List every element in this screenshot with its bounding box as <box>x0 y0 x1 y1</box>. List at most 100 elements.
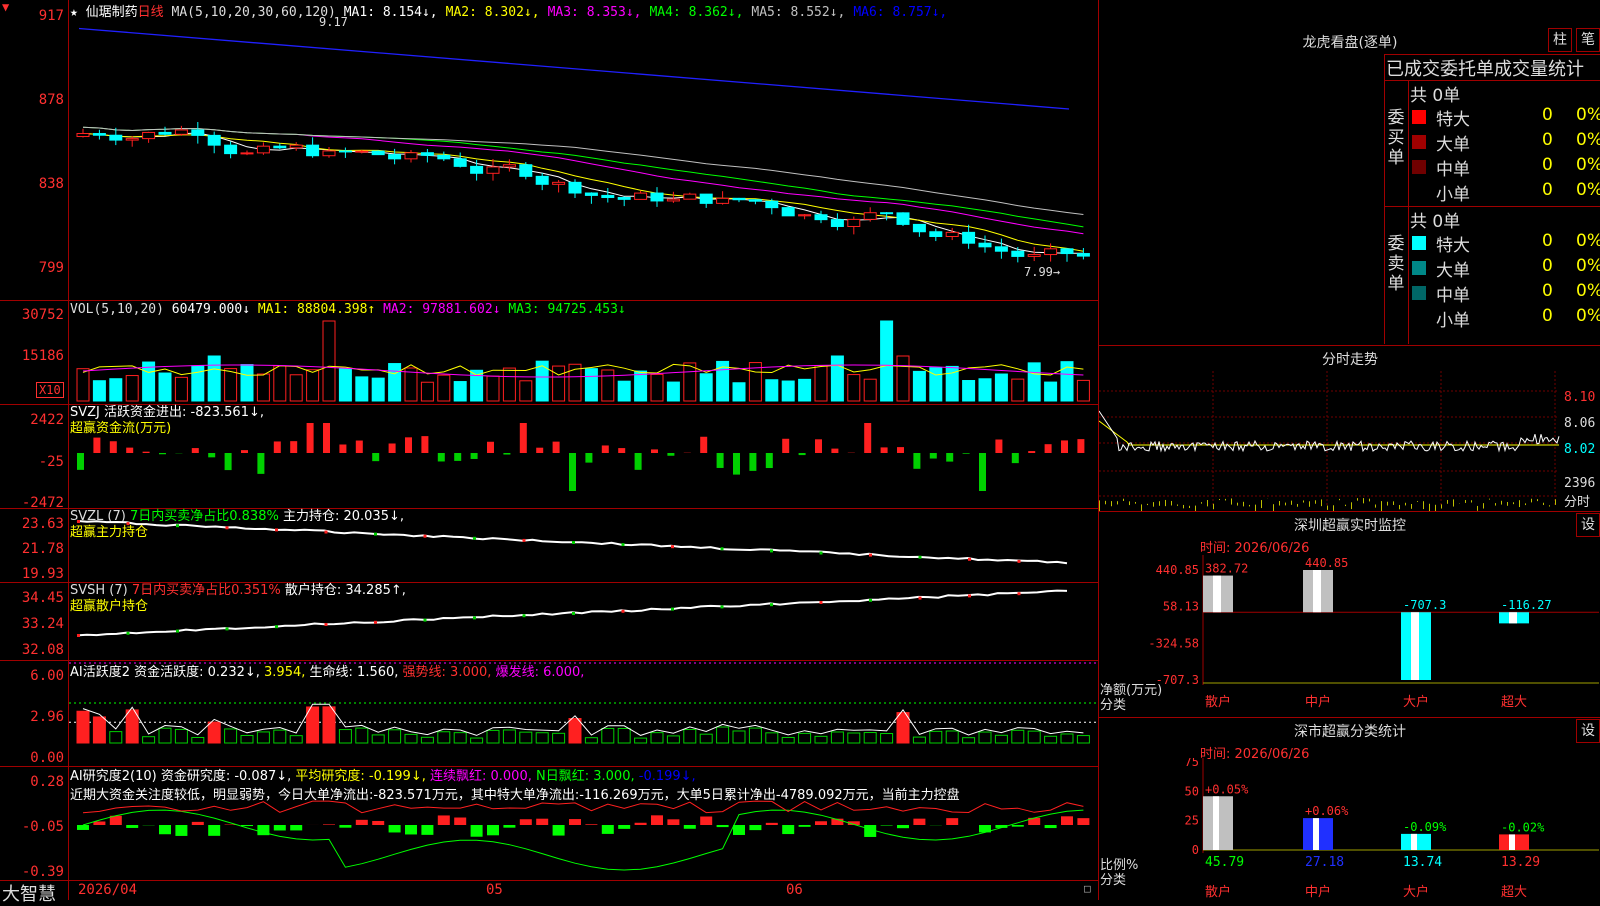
research-bar <box>421 825 433 835</box>
volume-bar <box>503 368 515 401</box>
volume-bar <box>274 366 286 401</box>
research-bar <box>799 825 811 827</box>
lock-icon[interactable]: □ <box>1084 882 1091 895</box>
candlestick-chart[interactable]: 9.177.99→ <box>69 0 1098 300</box>
ratio-change: +0.05% <box>1205 782 1249 796</box>
classify-title: 深市超赢分类统计 <box>1100 721 1600 741</box>
candle <box>274 146 286 148</box>
order-color-swatch <box>1412 286 1426 300</box>
fund-flow-bar <box>635 453 642 470</box>
order-color-swatch <box>1412 185 1426 199</box>
intraday-vol-bar <box>1171 501 1172 506</box>
activity-bar <box>192 737 204 743</box>
activity-bar <box>290 736 302 743</box>
date-axis-label: 2026/04 <box>78 882 137 898</box>
net-amount-chart[interactable]: 440.8558.13-324.58-707.3382.72散户440.85中户… <box>1099 555 1600 713</box>
volume-bar <box>454 382 466 401</box>
category-label: 中户 <box>1305 884 1331 900</box>
research-bar <box>684 825 696 829</box>
holding-dot <box>919 597 922 600</box>
fund-flow-bar <box>323 423 330 453</box>
category-label: 散户 <box>1205 694 1231 710</box>
bar-mode-button[interactable]: 柱 <box>1548 28 1572 52</box>
intraday-vol-bar <box>1165 500 1166 506</box>
activity-bar <box>520 732 532 743</box>
candle <box>372 151 384 154</box>
fund-flow-bar <box>963 453 970 454</box>
holding-dot <box>77 520 80 523</box>
activity-bar <box>749 728 761 743</box>
intraday-vol-bar <box>1453 499 1454 506</box>
research-bar <box>503 825 515 828</box>
ratio-chart[interactable]: 7550250+0.05%45.79散户+0.06%27.18中户-0.09%1… <box>1099 758 1600 900</box>
research-bar <box>569 819 581 825</box>
research-chart[interactable] <box>69 767 1098 880</box>
intraday-vol-bar <box>1231 498 1232 504</box>
intraday-chart[interactable] <box>1099 371 1600 511</box>
intraday-vol-bar <box>1141 504 1142 511</box>
vol-unit-badge: X10 <box>36 382 64 398</box>
candle <box>290 145 302 148</box>
retail-holding-chart[interactable] <box>69 583 1098 660</box>
activity-bar <box>421 737 433 743</box>
svsh-axis-label: 34.45 <box>0 590 64 606</box>
classify-settings-button[interactable]: 设 <box>1576 719 1600 743</box>
net-amount-value: 440.85 <box>1305 556 1348 570</box>
holding-dot <box>424 535 427 538</box>
research-bar <box>323 824 335 825</box>
classify-axis-label: 0 <box>1192 843 1199 857</box>
monitor-axis-label: 58.13 <box>1163 600 1199 614</box>
ai-research-axis-label: 0.28 <box>0 774 64 790</box>
volume-chart[interactable] <box>69 301 1098 404</box>
volume-bar <box>487 376 499 401</box>
activity-chart[interactable] <box>69 661 1098 766</box>
volume-bar <box>339 369 351 401</box>
intraday-vol-bar <box>1399 505 1400 509</box>
category-label: 中户 <box>1305 694 1331 710</box>
fund-flow-bar <box>618 448 625 453</box>
classify-axis-category: 分类 <box>1100 873 1138 888</box>
fund-flow-bar <box>225 453 232 470</box>
fund-flow-chart[interactable] <box>69 405 1098 508</box>
order-percent: 0% <box>1576 231 1600 251</box>
fund-flow-bar <box>930 453 937 459</box>
order-count: 0 <box>1542 306 1553 326</box>
holding-dot <box>968 594 971 597</box>
order-count: 0 <box>1542 180 1553 200</box>
order-size-label: 小单 <box>1436 306 1470 331</box>
intraday-vol-bar <box>1447 500 1448 504</box>
category-label: 超大 <box>1501 695 1527 710</box>
holding-dot <box>523 539 526 542</box>
fund-flow-bar <box>995 440 1002 453</box>
main-holding-chart[interactable] <box>69 509 1098 582</box>
date-axis-label: 05 <box>486 882 503 898</box>
activity-bar <box>602 728 614 743</box>
volume-bar <box>815 365 827 401</box>
volume-bar <box>208 356 220 401</box>
order-size-label: 特大 <box>1436 231 1470 256</box>
activity-bar <box>1028 731 1040 743</box>
intraday-vol-bar <box>1471 500 1472 502</box>
research-bar <box>782 825 794 834</box>
intraday-vol-bar <box>1441 504 1442 508</box>
intraday-vol-bar <box>1507 502 1508 506</box>
volume-bar <box>569 364 581 401</box>
fund-flow-bar <box>717 453 724 468</box>
intraday-vol-bar <box>1213 504 1214 509</box>
monitor-settings-button[interactable]: 设 <box>1576 513 1600 537</box>
volume-bar <box>438 375 450 401</box>
fund-flow-bar <box>749 453 756 471</box>
research-bar <box>192 822 204 825</box>
research-bar <box>159 825 171 834</box>
research-bar <box>536 819 548 825</box>
intraday-vol-bar <box>1183 505 1184 508</box>
intraday-vol-bar <box>1321 499 1322 506</box>
research-bar <box>946 818 958 825</box>
bar-highlight <box>1411 612 1419 680</box>
tick-mode-button[interactable]: 笔 <box>1576 28 1600 52</box>
separator <box>1099 345 1600 346</box>
fund-flow-bar <box>438 453 445 461</box>
holding-dot <box>176 630 179 633</box>
fund-flow-bar <box>405 437 412 453</box>
intraday-vol-bar <box>1351 502 1352 509</box>
